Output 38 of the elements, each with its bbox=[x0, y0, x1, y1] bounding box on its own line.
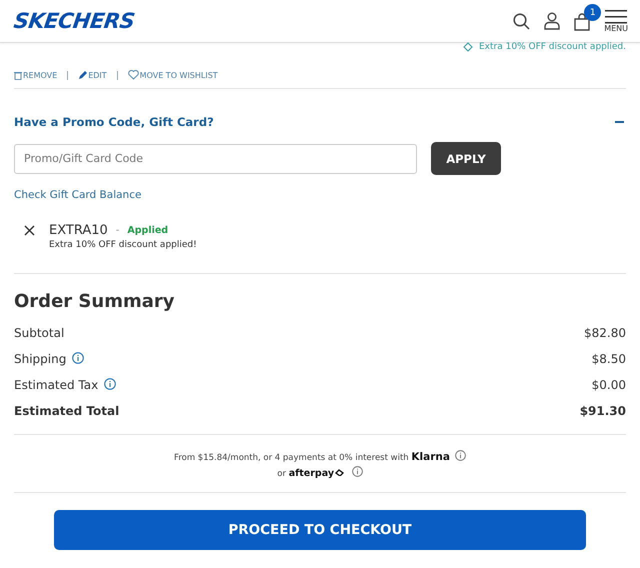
separator: - bbox=[116, 225, 120, 236]
summary-label: Shipping bbox=[14, 352, 84, 366]
summary-label: Estimated Tax bbox=[14, 378, 116, 392]
item-action-link[interactable]: EDIT bbox=[78, 70, 107, 80]
afterpay-text: or afterpay bbox=[277, 469, 334, 479]
summary-value: $8.50 bbox=[592, 352, 626, 366]
summary-value: $0.00 bbox=[592, 378, 626, 392]
discount-note: Extra 10% OFF discount applied. bbox=[479, 42, 626, 52]
item-action-link[interactable]: MOVE TO WISHLIST bbox=[128, 70, 218, 80]
info-icon[interactable] bbox=[72, 352, 84, 364]
gift-card-balance-link[interactable]: Check Gift Card Balance bbox=[14, 189, 142, 201]
remove-icon[interactable] bbox=[24, 225, 35, 236]
cart-count-badge: 1 bbox=[584, 4, 602, 21]
promo-code: EXTRA10 bbox=[49, 223, 108, 238]
info-icon[interactable] bbox=[104, 378, 116, 390]
summary-label: Subtotal bbox=[14, 326, 64, 340]
order-summary-title: Order Summary bbox=[14, 291, 176, 312]
info-icon[interactable] bbox=[352, 466, 363, 477]
financing-text: From $15.84/month, or 4 payments at 0% interest with Klarna bbox=[174, 453, 450, 463]
heart-icon bbox=[128, 70, 139, 80]
checkout-button[interactable]: PROCEED TO CHECKOUT bbox=[54, 510, 586, 550]
item-action-link[interactable]: REMOVE bbox=[14, 70, 58, 80]
summary-value: $82.80 bbox=[584, 326, 626, 340]
menu-button[interactable]: MENU bbox=[604, 10, 628, 32]
pencil-icon bbox=[78, 70, 88, 80]
apply-button[interactable]: APPLY bbox=[431, 142, 501, 175]
summary-label: Estimated Total bbox=[14, 404, 120, 418]
discount-description: Extra 10% OFF discount applied! bbox=[49, 240, 198, 250]
promo-heading[interactable]: Have a Promo Code, Gift Card? bbox=[14, 115, 214, 129]
summary-value: $91.30 bbox=[580, 404, 626, 418]
trash-icon bbox=[14, 70, 22, 80]
applied-status: Applied bbox=[127, 225, 168, 236]
shopping-bag-icon[interactable] bbox=[574, 13, 590, 31]
search-icon[interactable] bbox=[513, 12, 530, 30]
info-icon[interactable] bbox=[454, 450, 466, 461]
promo-code-field[interactable]: Promo/Gift Card Code bbox=[14, 144, 417, 174]
brand-logo[interactable]: SKECHERS bbox=[12, 9, 136, 33]
user-icon[interactable] bbox=[544, 12, 560, 30]
